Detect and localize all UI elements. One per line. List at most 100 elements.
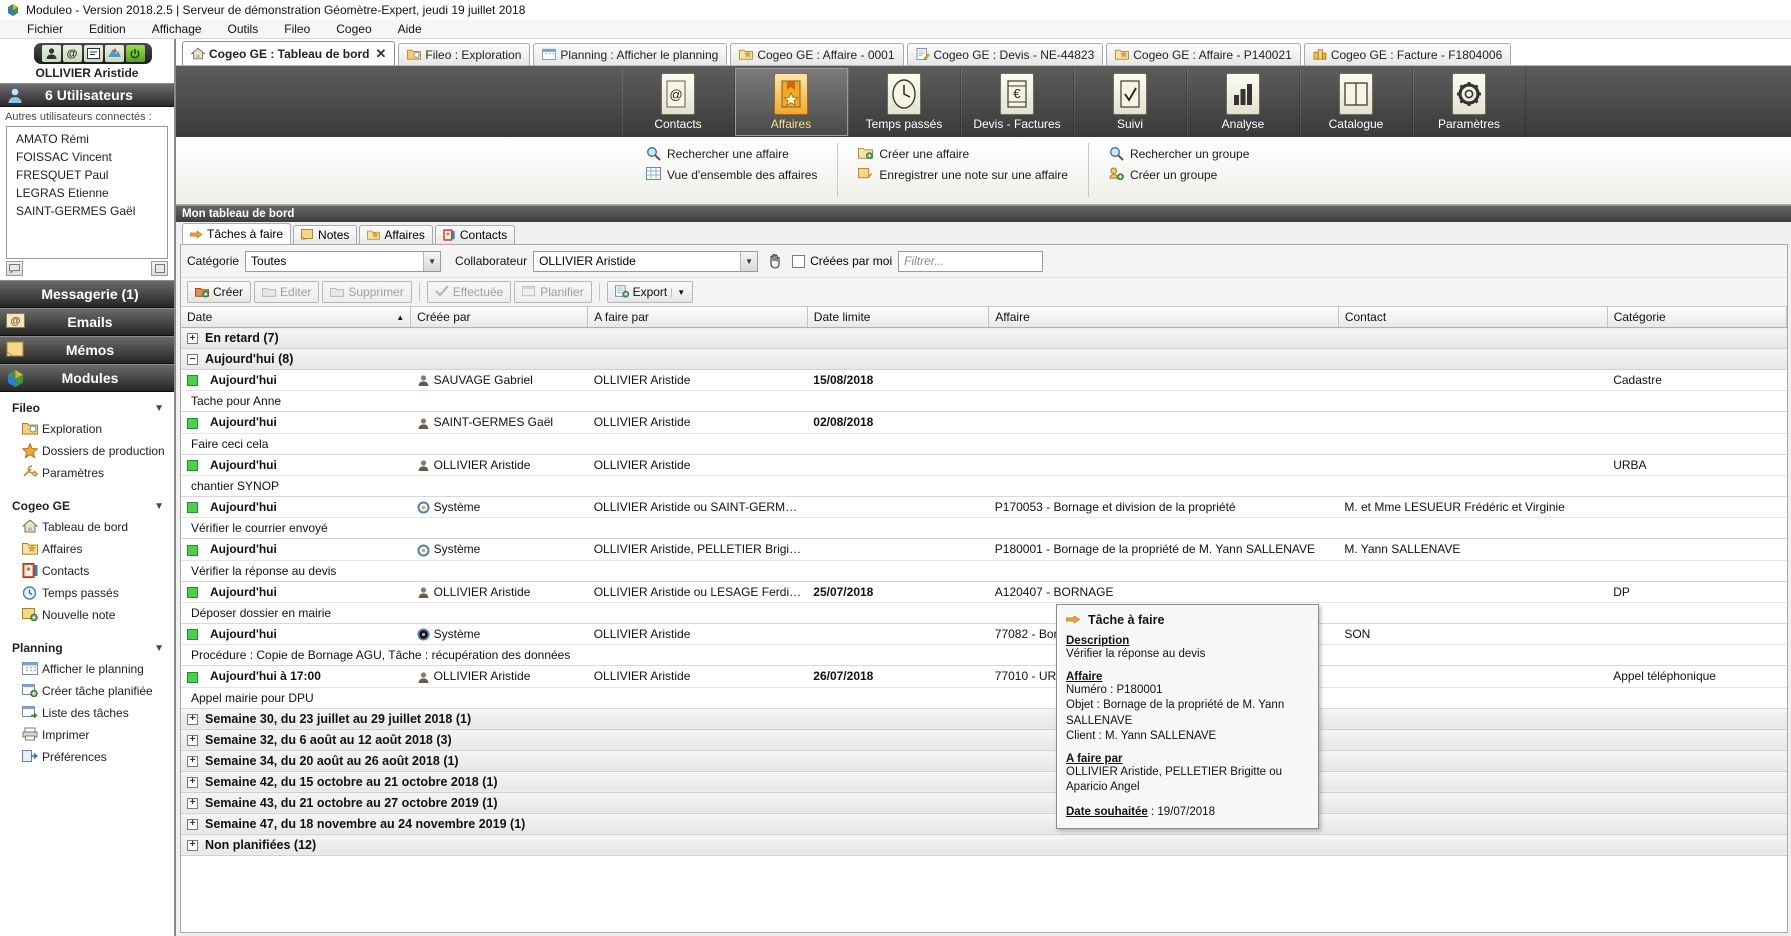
command-rechercher-un-groupe[interactable]: Rechercher un groupe bbox=[1107, 143, 1251, 164]
categorie-select[interactable]: Toutes ▼ bbox=[245, 250, 442, 272]
sidebar-item-temps-passes[interactable]: Temps passés bbox=[0, 582, 174, 604]
list-item[interactable]: AMATO Rémi bbox=[7, 130, 167, 148]
grid-group-row[interactable]: − Aujourd'hui (8) bbox=[181, 348, 1787, 370]
table-row[interactable]: Aujourd'hui Système OLLIVIER Aristide 77… bbox=[181, 623, 1787, 646]
menu-item-edition[interactable]: Edition bbox=[76, 20, 139, 38]
list-item[interactable]: FRESQUET Paul bbox=[7, 166, 167, 184]
nav-group-header-cogeo[interactable]: Cogeo GE ▼ bbox=[0, 496, 174, 516]
sidebar-button-messagerie[interactable]: Messagerie (1) bbox=[0, 280, 174, 308]
sidebar-button-memos[interactable]: Mémos bbox=[0, 336, 174, 364]
column-header-affaire[interactable]: Affaire bbox=[988, 307, 1339, 328]
planifier-button[interactable]: Planifier bbox=[514, 281, 592, 303]
expander-icon[interactable]: + bbox=[187, 839, 198, 851]
group-cell[interactable]: − Aujourd'hui (8) bbox=[181, 348, 1787, 370]
tab-taches-a-faire[interactable]: Tâches à faire bbox=[182, 223, 292, 244]
tab-devis-ne-44823[interactable]: Cogeo GE : Devis - NE-44823 bbox=[906, 43, 1104, 65]
options-icon[interactable] bbox=[151, 261, 168, 276]
supprimer-button[interactable]: Supprimer bbox=[322, 281, 412, 303]
creer-button[interactable]: Créer bbox=[187, 281, 252, 303]
table-row[interactable]: Aujourd'hui SAUVAGE Gabriel OLLIVIER Ari… bbox=[181, 369, 1787, 392]
sidebar-item-dossiers-production[interactable]: Dossiers de production bbox=[0, 440, 174, 462]
grid-group-row[interactable]: + Semaine 43, du 21 octobre au 27 octobre… bbox=[181, 791, 1787, 814]
column-header-date[interactable]: Date ▲ bbox=[181, 307, 412, 328]
card-icon[interactable] bbox=[83, 45, 103, 62]
export-button[interactable]: Export ▼ bbox=[606, 281, 694, 303]
column-header-creee-par[interactable]: Créée par bbox=[410, 307, 589, 328]
tab-planning-afficher[interactable]: Planning : Afficher le planning bbox=[533, 43, 728, 65]
map-icon[interactable] bbox=[104, 45, 124, 62]
table-row-note[interactable]: Vérifier la réponse au devis bbox=[181, 560, 1787, 582]
sidebar-item-parametres-fileo[interactable]: Paramètres bbox=[0, 462, 174, 484]
grid-group-row[interactable]: + Semaine 32, du 6 août au 12 août 2018 (… bbox=[181, 728, 1787, 751]
connected-users-list[interactable]: AMATO Rémi FOISSAC Vincent FRESQUET Paul… bbox=[6, 126, 168, 259]
group-cell[interactable]: + Semaine 32, du 6 août au 12 août 2018 (… bbox=[181, 728, 1787, 751]
table-row-note[interactable]: Faire ceci cela bbox=[181, 433, 1787, 455]
table-row-note[interactable]: Vérifier le courrier envoyé bbox=[181, 517, 1787, 540]
command-rechercher-une-affaire[interactable]: Rechercher une affaire bbox=[644, 143, 819, 164]
column-header-contact[interactable]: Contact bbox=[1338, 307, 1608, 328]
effectuee-button[interactable]: Effectuée bbox=[426, 281, 512, 303]
sidebar-button-modules[interactable]: Modules bbox=[0, 364, 174, 392]
menu-item-fichier[interactable]: Fichier bbox=[14, 20, 76, 38]
table-row-note[interactable]: chantier SYNOP bbox=[181, 475, 1787, 497]
sidebar-item-imprimer[interactable]: Imprimer bbox=[0, 724, 174, 746]
sidebar-item-nouvelle-note[interactable]: Nouvelle note bbox=[0, 604, 174, 626]
sidebar-item-afficher-planning[interactable]: Afficher le planning bbox=[0, 658, 174, 680]
list-item[interactable]: FOISSAC Vincent bbox=[7, 148, 167, 166]
sidebar-item-affaires[interactable]: Affaires bbox=[0, 538, 174, 560]
table-row[interactable]: Aujourd'hui SAINT-GERMES Gaël OLLIVIER A… bbox=[181, 411, 1787, 434]
expander-icon[interactable]: + bbox=[187, 734, 198, 746]
creees-par-moi-checkbox[interactable]: Créées par moi bbox=[792, 254, 892, 268]
hand-icon[interactable] bbox=[764, 250, 786, 272]
checkbox-box[interactable] bbox=[792, 254, 806, 268]
task-grid-container[interactable]: Date ▲ Créée par A faire par Date limite… bbox=[181, 307, 1787, 932]
ribbon-item-contacts[interactable]: @ Contacts bbox=[621, 67, 735, 136]
expander-icon[interactable]: + bbox=[187, 755, 198, 767]
command-creer-une-affaire[interactable]: Créer une affaire bbox=[856, 143, 1070, 164]
group-cell[interactable]: + Semaine 30, du 23 juillet au 29 juillet… bbox=[181, 707, 1787, 730]
chevron-down-icon[interactable]: ▼ bbox=[154, 643, 164, 654]
column-header-a-faire-par[interactable]: A faire par bbox=[587, 307, 808, 328]
grid-group-row[interactable]: + Semaine 34, du 20 août au 26 août 2018 … bbox=[181, 749, 1787, 772]
table-row-note[interactable]: Appel mairie pour DPU bbox=[181, 687, 1787, 709]
at-icon[interactable]: @ bbox=[62, 45, 82, 62]
ribbon-item-suivi[interactable]: Suivi bbox=[1073, 67, 1187, 136]
group-cell[interactable]: + Semaine 43, du 21 octobre au 27 octobre… bbox=[181, 791, 1787, 814]
group-cell[interactable]: + Semaine 34, du 20 août au 26 août 2018 … bbox=[181, 749, 1787, 772]
chevron-down-icon[interactable]: ▼ bbox=[671, 287, 685, 297]
group-cell[interactable]: + Semaine 47, du 18 novembre au 24 novemb… bbox=[181, 812, 1787, 835]
nav-group-header-planning[interactable]: Planning ▼ bbox=[0, 638, 174, 658]
command-creer-un-groupe[interactable]: Créer un groupe bbox=[1107, 164, 1251, 185]
ribbon-item-temps-passes[interactable]: Temps passés bbox=[847, 67, 961, 136]
column-header-categorie[interactable]: Catégorie bbox=[1607, 307, 1787, 328]
chat-icon[interactable] bbox=[6, 261, 23, 276]
expander-icon[interactable]: + bbox=[187, 333, 198, 345]
table-row-note[interactable]: Déposer dossier en mairie bbox=[181, 602, 1787, 624]
menu-item-aide[interactable]: Aide bbox=[385, 20, 435, 38]
command-vue-ensemble-affaires[interactable]: Vue d'ensemble des affaires bbox=[644, 164, 819, 185]
group-cell[interactable]: + Semaine 42, du 15 octobre au 21 octobre… bbox=[181, 770, 1787, 793]
expander-icon[interactable]: + bbox=[187, 776, 198, 788]
chevron-down-icon[interactable]: ▼ bbox=[423, 251, 441, 271]
table-row[interactable]: Aujourd'hui Système OLLIVIER Aristide ou… bbox=[181, 496, 1787, 519]
tab-facture-f1804006[interactable]: Cogeo GE : Facture - F1804006 bbox=[1303, 43, 1512, 65]
expander-icon[interactable]: + bbox=[187, 797, 198, 809]
chevron-down-icon[interactable]: ▼ bbox=[154, 501, 164, 512]
close-icon[interactable]: ✕ bbox=[375, 46, 386, 62]
grid-group-row[interactable]: + Semaine 30, du 23 juillet au 29 juillet… bbox=[181, 707, 1787, 730]
table-row[interactable]: Aujourd'hui OLLIVIER Aristide OLLIVIER A… bbox=[181, 454, 1787, 476]
menu-item-fileo[interactable]: Fileo bbox=[271, 20, 323, 38]
sidebar-button-emails[interactable]: @ Emails bbox=[0, 308, 174, 336]
tab-contacts[interactable]: Contacts bbox=[434, 225, 516, 244]
table-row-note[interactable]: Tache pour Anne bbox=[181, 390, 1787, 413]
sidebar-item-preferences[interactable]: Préférences bbox=[0, 746, 174, 768]
expander-icon[interactable]: + bbox=[187, 818, 198, 830]
nav-group-header-fileo[interactable]: Fileo ▼ bbox=[0, 398, 174, 418]
menu-item-affichage[interactable]: Affichage bbox=[139, 20, 215, 38]
filter-input[interactable]: Filtrer... bbox=[898, 250, 1044, 272]
table-row[interactable]: Aujourd'hui à 17:00 OLLIVIER Aristide OL… bbox=[181, 665, 1787, 688]
grid-group-row[interactable]: + En retard (7) bbox=[181, 327, 1787, 349]
editer-button[interactable]: Editer bbox=[254, 281, 320, 303]
tab-notes[interactable]: Notes bbox=[293, 225, 358, 244]
ribbon-item-devis-factures[interactable]: € Devis - Factures bbox=[960, 67, 1074, 136]
